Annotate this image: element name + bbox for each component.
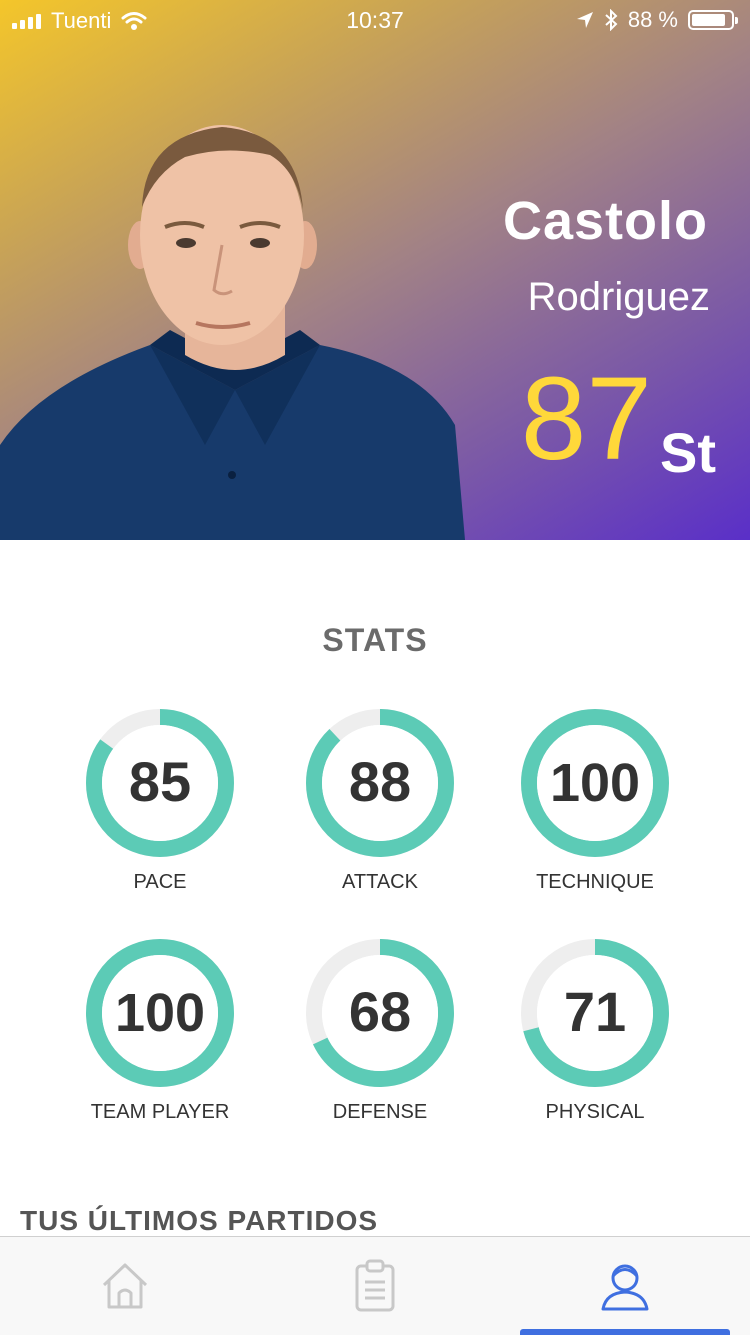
- active-tab-indicator: [520, 1329, 730, 1335]
- stats-title: STATS: [322, 622, 428, 658]
- recent-matches-title: TUS ÚLTIMOS PARTIDOS: [20, 1205, 379, 1236]
- battery-percent: 88 %: [627, 7, 678, 32]
- stat-gauge: 100: [521, 709, 669, 857]
- tab-bar: [0, 1236, 750, 1335]
- stat-gauge: 88: [306, 709, 454, 857]
- stat-label: DEFENSE: [332, 1101, 428, 1123]
- stat-value: 100: [550, 753, 640, 813]
- stat-technique: 100 TECHNIQUE: [495, 703, 695, 894]
- stat-label: TECHNIQUE: [536, 871, 654, 893]
- stat-gauge: 71: [521, 939, 669, 1087]
- stat-value: 68: [349, 980, 411, 1043]
- profile-header: Tuenti 10:37 88 % Castolo Rodriguez 87 S…: [0, 0, 750, 540]
- stat-pace: 85 PACE: [60, 703, 260, 894]
- player-rating: 87: [520, 353, 652, 485]
- status-bar: Tuenti 10:37 88 %: [0, 0, 750, 40]
- stat-team-player: 100 TEAM PLAYER: [60, 933, 260, 1124]
- stat-label: PACE: [133, 871, 187, 893]
- stat-defense: 68 DEFENSE: [280, 933, 480, 1124]
- player-last-name: Rodriguez: [527, 275, 710, 319]
- stat-value: 71: [564, 980, 626, 1043]
- stat-value: 100: [115, 983, 205, 1043]
- stat-label: PHYSICAL: [545, 1101, 645, 1123]
- stat-physical: 71 PHYSICAL: [495, 933, 695, 1124]
- profile-icon: [601, 1264, 649, 1311]
- stat-gauge: 100: [86, 939, 234, 1087]
- stat-value: 88: [349, 750, 411, 813]
- tab-matches[interactable]: [250, 1237, 500, 1335]
- stat-gauge: 68: [306, 939, 454, 1087]
- player-position: St: [660, 421, 716, 484]
- stat-attack: 88 ATTACK: [280, 703, 480, 894]
- clipboard-icon: [355, 1259, 395, 1312]
- home-icon: [102, 1263, 148, 1309]
- stat-gauge: 85: [86, 709, 234, 857]
- stat-label: ATTACK: [342, 871, 418, 893]
- bluetooth-icon: [605, 9, 618, 31]
- stat-label: TEAM PLAYER: [90, 1101, 230, 1123]
- player-first-name: Castolo: [502, 191, 708, 251]
- battery-icon: [688, 10, 738, 30]
- player-photo: [0, 125, 465, 540]
- location-arrow-icon: [576, 12, 593, 28]
- tab-home[interactable]: [0, 1237, 250, 1335]
- stat-value: 85: [129, 750, 191, 813]
- tab-profile[interactable]: [500, 1237, 750, 1335]
